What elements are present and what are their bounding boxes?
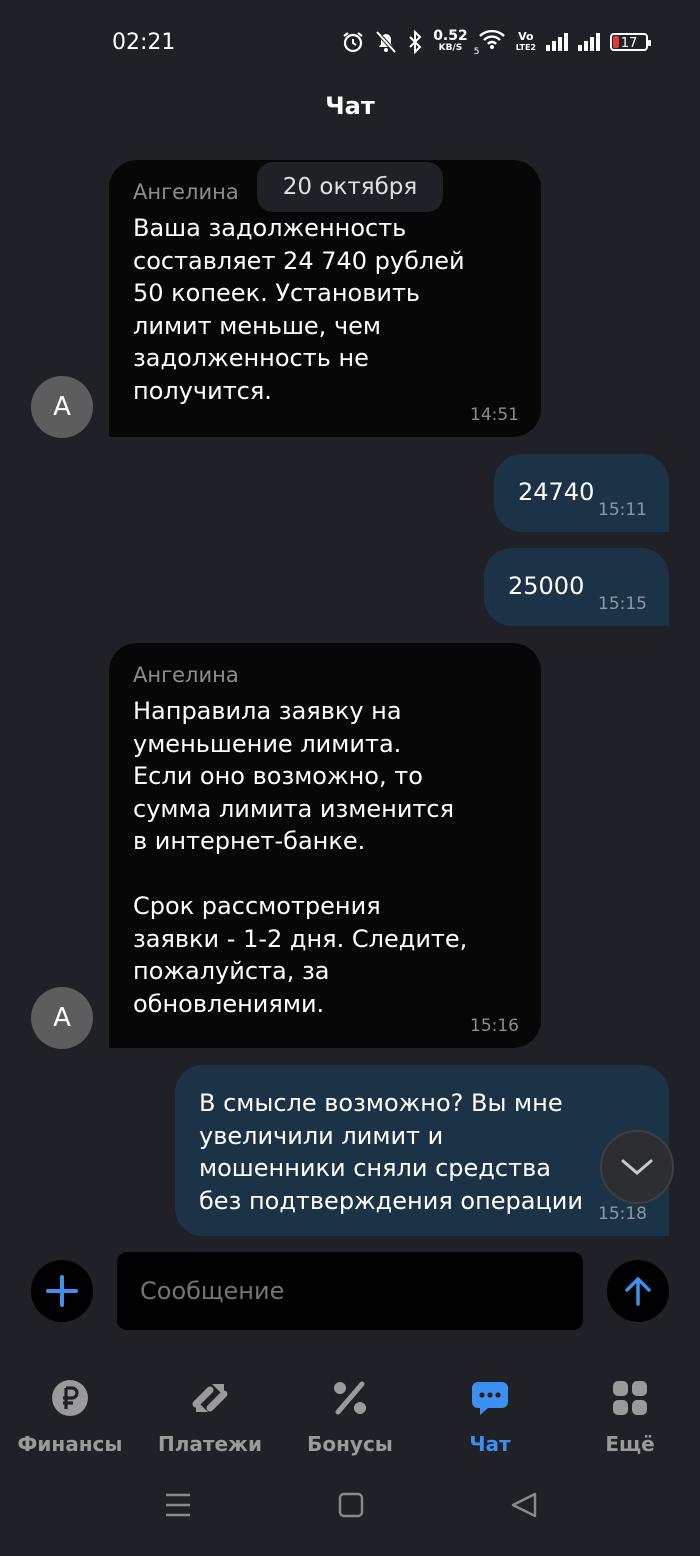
- chevron-down-icon: [621, 1159, 653, 1175]
- home-icon[interactable]: [338, 1492, 364, 1522]
- signal-icon: [578, 32, 600, 51]
- scroll-down-button[interactable]: [600, 1130, 674, 1204]
- net-speed: 0.52 KB/S: [433, 28, 468, 53]
- message-bubble-outgoing: 24740 15:11: [494, 454, 669, 532]
- message-input[interactable]: Сообщение: [117, 1252, 583, 1330]
- nav-item-bonuses[interactable]: Бонусы: [280, 1378, 420, 1456]
- avatar: А: [31, 376, 93, 438]
- message-text: Направила заявку на уменьшение лимита. Е…: [133, 697, 468, 1018]
- date-separator: 20 октября: [257, 162, 443, 212]
- nav-item-more[interactable]: Ещё: [560, 1378, 700, 1456]
- arrow-up-icon: [625, 1277, 651, 1306]
- plus-icon: [46, 1275, 78, 1307]
- volte-badge: Vo LTE2: [515, 29, 536, 52]
- message-time: 15:18: [598, 1204, 647, 1224]
- ruble-icon: [52, 1380, 88, 1416]
- wifi-icon: 5: [474, 28, 506, 57]
- message-time: 15:11: [598, 500, 647, 520]
- grid-icon: [613, 1381, 647, 1415]
- bluetooth-icon: [409, 29, 422, 54]
- nav-item-chat[interactable]: Чат: [420, 1378, 560, 1456]
- page-title: Чат: [325, 92, 375, 120]
- message-text: Ваша задолженность составляет 24 740 руб…: [133, 214, 465, 405]
- nav-item-finance[interactable]: Финансы: [0, 1378, 140, 1456]
- transfer-arrows-icon: [192, 1384, 228, 1412]
- message-time: 15:16: [470, 1016, 519, 1036]
- message-sender: Ангелина: [133, 663, 239, 687]
- percent-icon: [334, 1381, 366, 1415]
- attach-button[interactable]: [31, 1260, 93, 1322]
- nav-item-payments[interactable]: Платежи: [140, 1378, 280, 1456]
- status-time: 02:21: [112, 30, 176, 55]
- send-button[interactable]: [607, 1260, 669, 1322]
- signal-icon: [546, 32, 568, 51]
- avatar: А: [31, 987, 93, 1049]
- message-time: 14:51: [470, 405, 519, 425]
- menu-icon[interactable]: [164, 1492, 192, 1522]
- message-text: В смысле возможно? Вы мне увеличили лими…: [199, 1089, 583, 1215]
- message-bubble-incoming: Ангелина Направила заявку на уменьшение …: [109, 643, 541, 1048]
- message-time: 15:15: [598, 594, 647, 614]
- mute-icon: [375, 30, 397, 53]
- alarm-icon: [343, 31, 363, 52]
- status-icons: 0.52 KB/S 5 Vo LTE2 17: [341, 28, 651, 57]
- message-bubble-outgoing: В смысле возможно? Вы мне увеличили лими…: [175, 1065, 669, 1236]
- battery-icon: 17: [610, 32, 651, 51]
- message-bubble-outgoing: 25000 15:15: [484, 548, 669, 626]
- back-icon[interactable]: [510, 1492, 538, 1522]
- chat-bubble-icon: [472, 1382, 508, 1415]
